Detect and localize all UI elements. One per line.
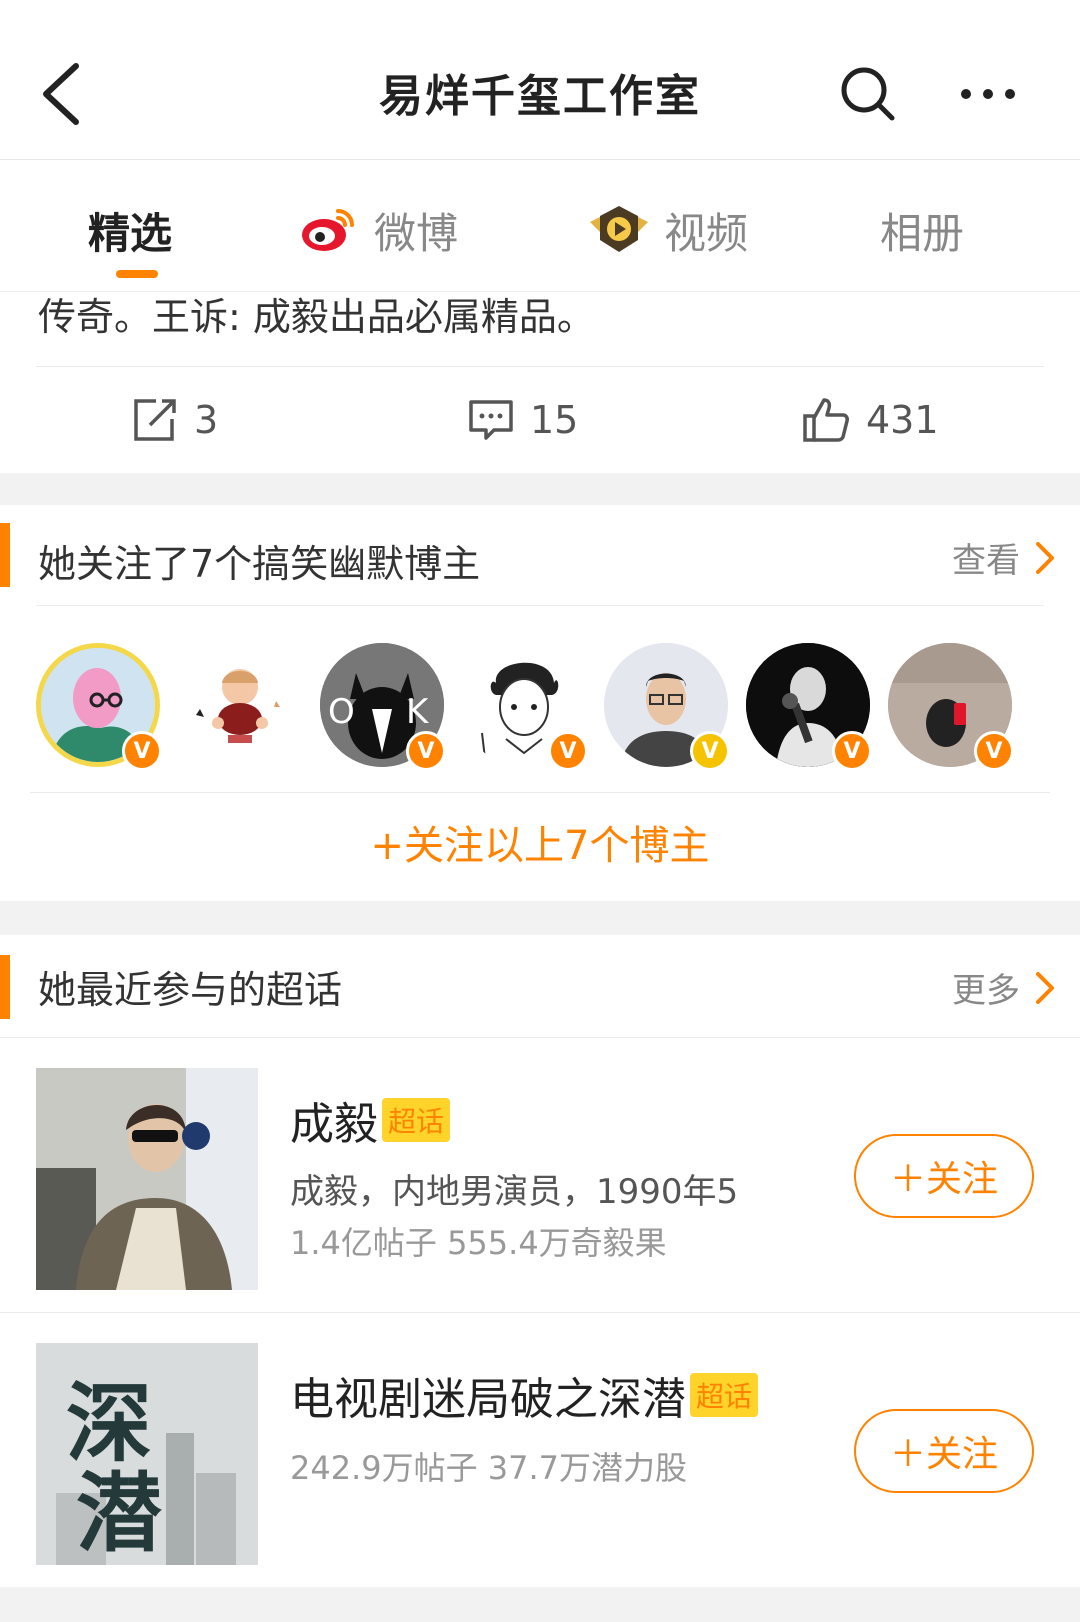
section-title: 她关注了7个搞笑幽默博主 (38, 542, 481, 586)
topic-stats: 1.4亿帖子 555.4万奇毅果 (290, 1224, 667, 1262)
divider (36, 366, 1044, 367)
post-text: 传奇。王诉: 成毅出品必属精品。 (38, 295, 595, 339)
tab-featured[interactable]: 精选 (88, 190, 172, 270)
tab-album[interactable]: 相册 (880, 190, 964, 270)
section-accent-bar (0, 523, 10, 587)
avatar[interactable]: V (746, 643, 872, 771)
tab-video[interactable]: 视频 (588, 190, 748, 270)
topic-thumbnail: 深 潜 (36, 1343, 258, 1565)
weibo-logo-icon (302, 209, 354, 251)
topic-name: 成毅 超话 (290, 1088, 451, 1152)
cartoon-baby-image (178, 643, 302, 767)
super-topic-tag: 超话 (382, 1098, 451, 1142)
tab-label: 精选 (88, 208, 173, 258)
active-tab-indicator (116, 270, 158, 278)
topic-thumbnail (36, 1068, 258, 1290)
cat-text-right: K (406, 692, 430, 732)
more-label: 更多 (952, 971, 1020, 1011)
divider (36, 605, 1044, 606)
tab-label: 视频 (664, 208, 749, 258)
follow-button[interactable]: ＋关注 (854, 1409, 1034, 1493)
super-topics-section: 她最近参与的超话 更多 (0, 935, 1080, 1037)
thumbs-up-icon (803, 398, 849, 442)
verified-badge-icon: V (406, 731, 446, 771)
comment-button[interactable]: 15 (468, 392, 578, 448)
comment-icon (469, 400, 513, 440)
topic-photo-image (36, 1068, 258, 1290)
verified-badge-icon: V (690, 731, 730, 771)
tab-label: 相册 (880, 208, 965, 258)
cat-text-left: O (328, 692, 355, 732)
topic-description: 成毅，内地男演员，1990年5 (290, 1172, 739, 1212)
avatar[interactable]: V (604, 643, 730, 771)
topic-name-text: 成毅 (290, 1099, 378, 1150)
chevron-right-icon (1036, 541, 1054, 574)
tab-weibo[interactable]: 微博 (300, 190, 458, 270)
search-icon (841, 67, 895, 121)
repost-button[interactable]: 3 (132, 392, 218, 448)
section-accent-bar (0, 955, 10, 1019)
topic-row[interactable]: 成毅 超话 成毅，内地男演员，1990年5 1.4亿帖子 555.4万奇毅果 ＋… (0, 1038, 1080, 1312)
divider (30, 792, 1050, 793)
topic-row[interactable]: 深 潜 电视剧迷局破之深潜 超话 242.9万帖子 37.7万潜力股 ＋关注 (0, 1313, 1080, 1587)
avatar[interactable]: V (888, 643, 1014, 771)
follow-all-button[interactable]: +关注以上7个博主 (0, 813, 1080, 871)
post-card: 传奇。王诉: 成毅出品必属精品。 3 15 431 (0, 292, 1080, 473)
tab-label: 微博 (374, 208, 459, 258)
verified-badge-icon: V (832, 731, 872, 771)
super-topic-tag: 超话 (690, 1373, 759, 1417)
view-label: 查看 (952, 541, 1020, 581)
tab-bar: 精选 微博 视频 相册 (0, 160, 1080, 292)
verified-badge-icon: V (548, 731, 588, 771)
more-dots-icon (961, 89, 1015, 99)
topic-stats: 242.9万帖子 37.7万潜力股 (290, 1449, 688, 1487)
avatar[interactable]: O K V (320, 643, 446, 771)
comment-count: 15 (530, 398, 579, 442)
avatar[interactable] (178, 643, 302, 767)
page-title: 易烊千玺工作室 (379, 71, 701, 122)
like-count: 431 (866, 398, 939, 442)
followed-bloggers-section: 她关注了7个搞笑幽默博主 查看 V O K V V V V V +关注以上7个博… (0, 505, 1080, 901)
topic-name-text: 电视剧迷局破之深潜 (290, 1374, 686, 1425)
poster-title-line2: 潜 (76, 1463, 162, 1564)
verified-badge-icon: V (974, 731, 1014, 771)
avatar[interactable]: V (36, 643, 162, 771)
avatar-row: V O K V V V V V (0, 627, 1080, 805)
topic-name: 电视剧迷局破之深潜 超话 (290, 1363, 759, 1427)
share-icon (134, 399, 176, 441)
repost-count: 3 (194, 398, 219, 442)
verified-badge-icon: V (122, 731, 162, 771)
section-title: 她最近参与的超话 (38, 968, 343, 1012)
more-button[interactable]: 更多 (952, 963, 1056, 1012)
video-badge-icon (590, 206, 648, 252)
topic-poster-image: 深 潜 (36, 1343, 258, 1565)
poster-title-line1: 深 (66, 1373, 152, 1474)
search-button[interactable] (838, 64, 898, 124)
avatar[interactable]: V (462, 643, 588, 771)
follow-button[interactable]: ＋关注 (854, 1134, 1034, 1218)
more-button[interactable] (956, 70, 1020, 118)
chevron-right-icon (1036, 971, 1054, 1004)
like-button[interactable]: 431 (802, 392, 939, 448)
view-button[interactable]: 查看 (952, 533, 1056, 582)
top-bar: 易烊千玺工作室 (0, 0, 1080, 160)
